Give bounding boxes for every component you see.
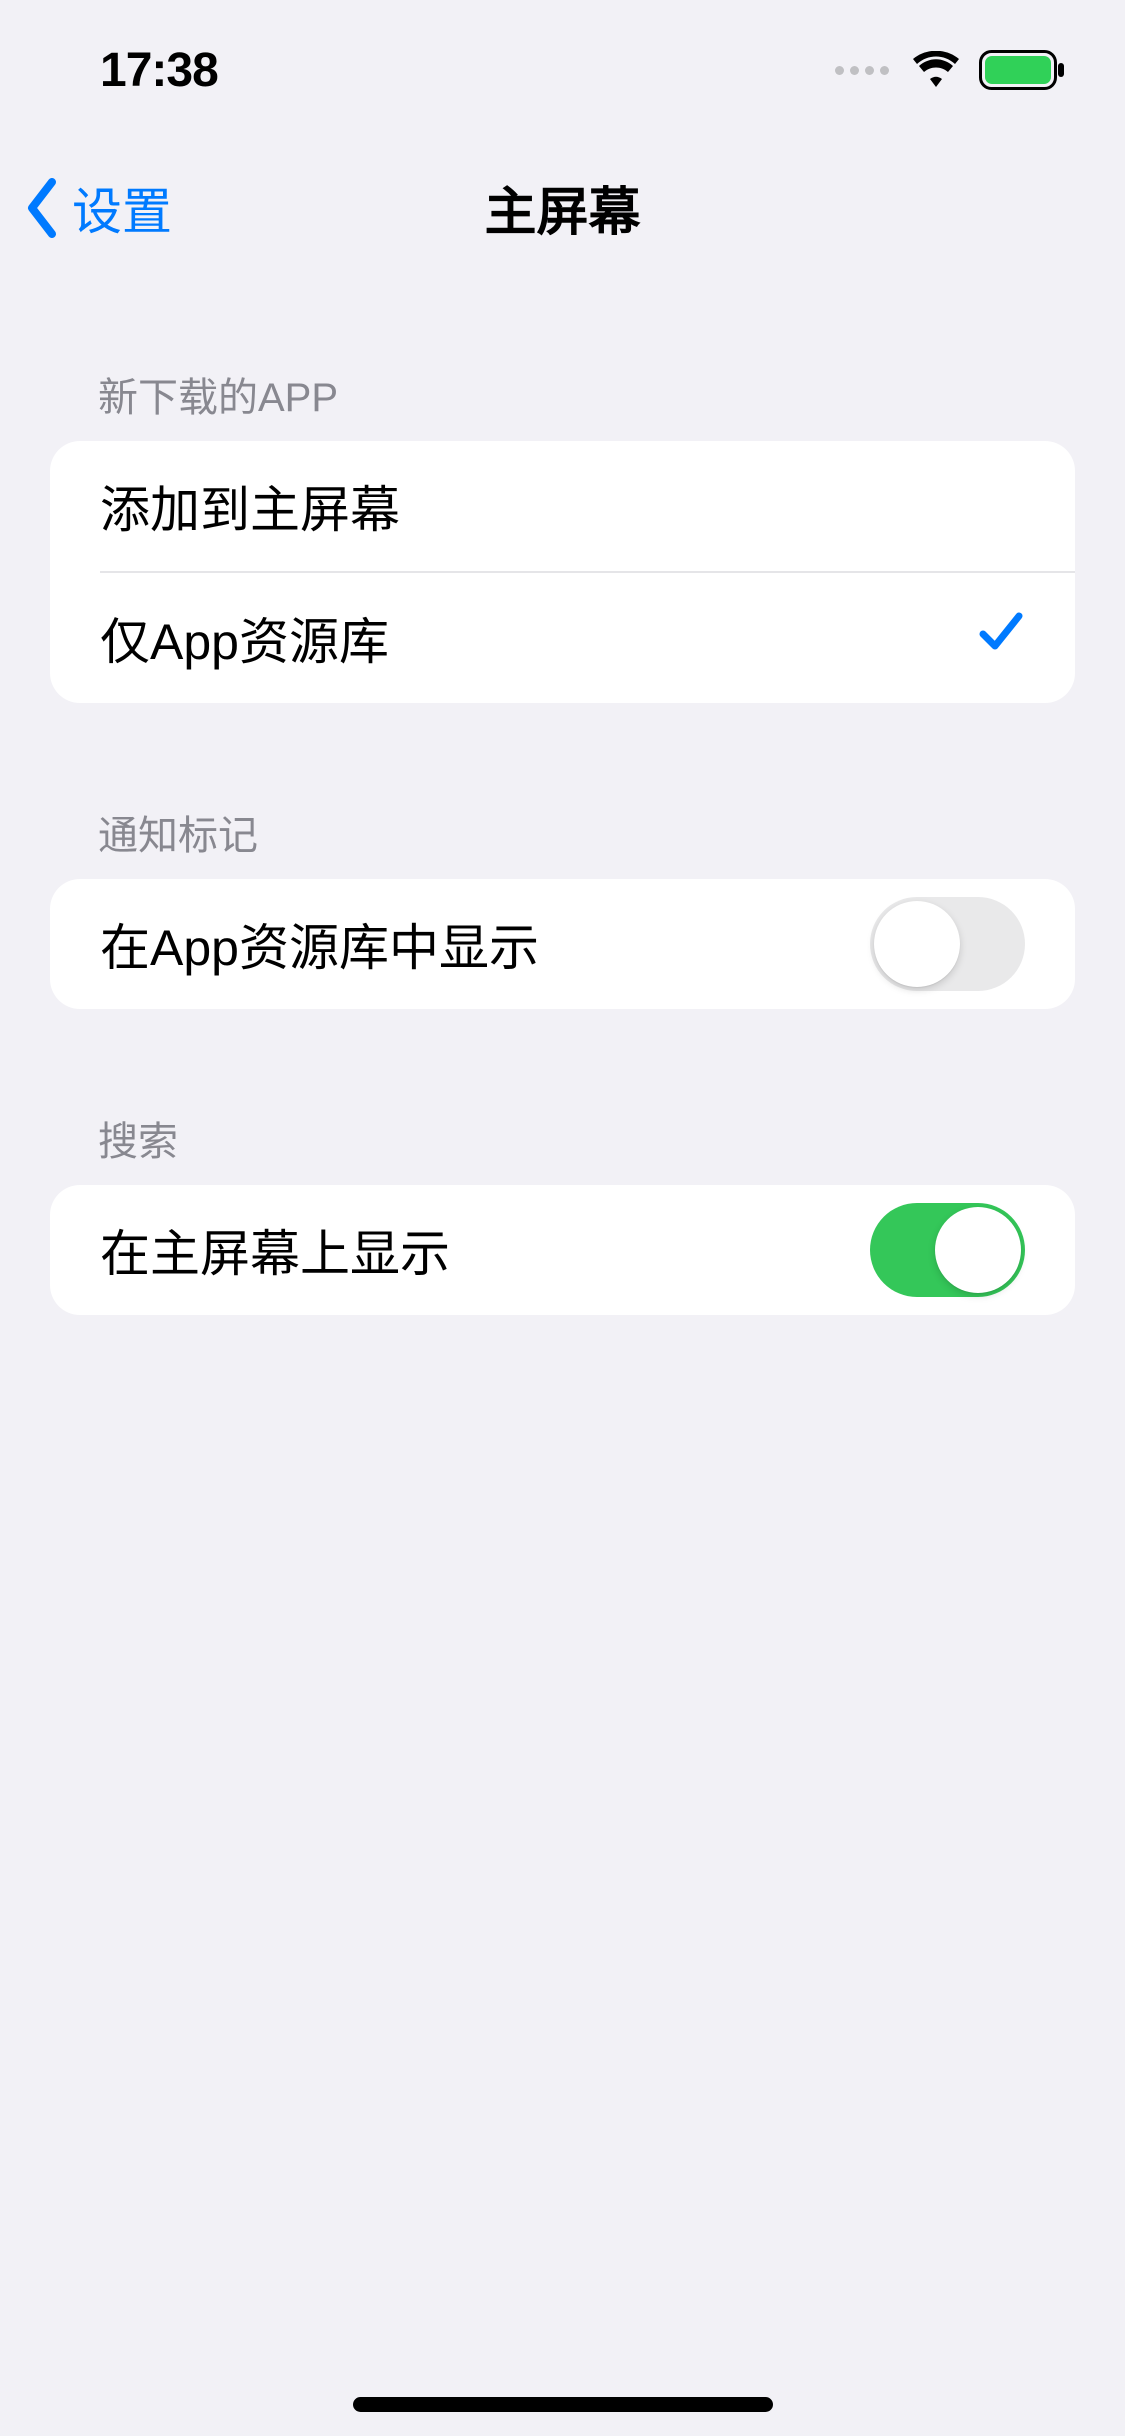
toggle-switch[interactable] <box>870 897 1025 991</box>
wifi-icon <box>911 51 961 89</box>
row-label: 在App资源库中显示 <box>100 908 539 980</box>
section-new-apps: 新下载的APP 添加到主屏幕 仅App资源库 <box>0 365 1125 703</box>
chevron-left-icon <box>24 178 60 238</box>
toggle-switch[interactable] <box>870 1203 1025 1297</box>
nav-bar: 设置 主屏幕 <box>0 140 1125 275</box>
section-notification-badges: 通知标记 在App资源库中显示 <box>0 803 1125 1009</box>
home-indicator[interactable] <box>353 2397 773 2412</box>
status-time: 17:38 <box>100 43 218 98</box>
checkmark-icon <box>977 608 1025 668</box>
back-label: 设置 <box>72 172 172 244</box>
status-bar: 17:38 <box>0 0 1125 140</box>
toggle-show-on-home: 在主屏幕上显示 <box>50 1185 1075 1315</box>
settings-group: 在主屏幕上显示 <box>50 1185 1075 1315</box>
cell-signal-dots-icon <box>835 66 889 75</box>
toggle-show-in-app-library: 在App资源库中显示 <box>50 879 1075 1009</box>
back-button[interactable]: 设置 <box>0 172 172 244</box>
section-search: 搜索 在主屏幕上显示 <box>0 1109 1125 1315</box>
status-indicators <box>835 50 1065 90</box>
section-header: 搜索 <box>50 1109 1075 1185</box>
settings-group: 添加到主屏幕 仅App资源库 <box>50 441 1075 703</box>
battery-icon <box>979 50 1065 90</box>
row-label: 添加到主屏幕 <box>100 470 400 542</box>
row-label: 仅App资源库 <box>100 602 389 674</box>
option-add-to-home[interactable]: 添加到主屏幕 <box>50 441 1075 571</box>
section-header: 通知标记 <box>50 803 1075 879</box>
option-app-library-only[interactable]: 仅App资源库 <box>50 573 1075 703</box>
settings-group: 在App资源库中显示 <box>50 879 1075 1009</box>
row-label: 在主屏幕上显示 <box>100 1214 450 1286</box>
section-header: 新下载的APP <box>50 365 1075 441</box>
